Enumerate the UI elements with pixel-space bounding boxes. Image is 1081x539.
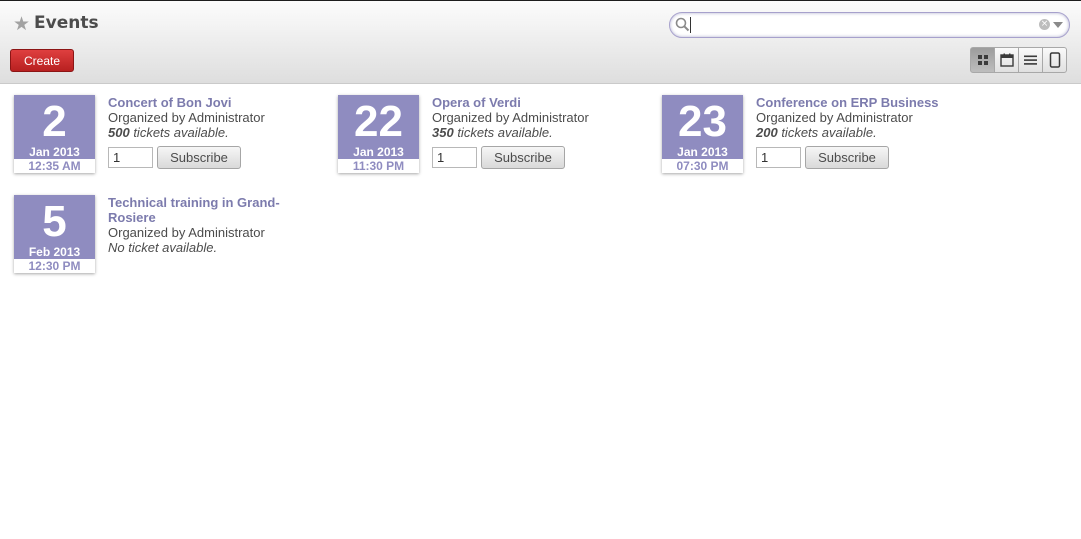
tickets-count: 500: [108, 125, 130, 140]
ticket-quantity-input[interactable]: [432, 147, 477, 168]
event-month: Jan 2013: [677, 145, 728, 159]
search-icon: [675, 17, 690, 32]
event-name-link[interactable]: Opera of Verdi: [432, 95, 632, 110]
event-day: 23: [678, 97, 727, 146]
subscribe-row: Subscribe: [756, 146, 956, 169]
subscribe-row: Subscribe: [432, 146, 632, 169]
tickets-text: tickets available.: [453, 125, 553, 140]
create-button[interactable]: Create: [10, 49, 74, 72]
event-day: 5: [42, 197, 67, 246]
kanban-icon: [977, 55, 988, 65]
event-tickets: 200 tickets available.: [756, 125, 956, 140]
form-icon: [1049, 52, 1060, 68]
ticket-quantity-input[interactable]: [108, 147, 153, 168]
event-date-badge: 2 Jan 2013 12:35 AM: [14, 95, 95, 173]
event-info: Opera of Verdi Organized by Administrato…: [432, 95, 632, 169]
subscribe-button[interactable]: Subscribe: [157, 146, 241, 169]
clear-search-icon[interactable]: ×: [1039, 19, 1050, 30]
tickets-text: tickets available.: [129, 125, 229, 140]
view-switcher: [970, 47, 1070, 73]
search-input[interactable]: [691, 15, 1011, 34]
event-time: 12:30 PM: [14, 259, 95, 273]
event-date-badge: 22 Jan 2013 11:30 PM: [338, 95, 419, 173]
tickets-count: 200: [756, 125, 778, 140]
event-day: 22: [354, 97, 403, 146]
event-date-badge: 5 Feb 2013 12:30 PM: [14, 195, 95, 273]
list-view-button[interactable]: [1018, 47, 1043, 73]
event-organizer: Organized by Administrator: [432, 110, 589, 125]
event-tickets: 500 tickets available.: [108, 125, 308, 140]
tickets-text: tickets available.: [777, 125, 877, 140]
page-title: Events: [34, 13, 99, 33]
subscribe-button[interactable]: Subscribe: [805, 146, 889, 169]
subscribe-button[interactable]: Subscribe: [481, 146, 565, 169]
event-info: Concert of Bon Jovi Organized by Adminis…: [108, 95, 308, 169]
tickets-count: 350: [432, 125, 454, 140]
event-info: Technical training in Grand-Rosiere Orga…: [108, 195, 293, 255]
search-options-chevron-down-icon[interactable]: [1053, 22, 1063, 28]
event-tickets: 350 tickets available.: [432, 125, 632, 140]
event-organizer: Organized by Administrator: [108, 110, 265, 125]
event-time: 12:35 AM: [14, 159, 95, 173]
list-icon: [1024, 55, 1037, 65]
event-name-link[interactable]: Concert of Bon Jovi: [108, 95, 308, 110]
event-info: Conference on ERP Business Organized by …: [756, 95, 956, 169]
star-icon[interactable]: ★: [13, 15, 31, 34]
calendar-view-button[interactable]: [994, 47, 1019, 73]
form-view-button[interactable]: [1042, 47, 1067, 73]
event-month: Jan 2013: [29, 145, 80, 159]
ticket-quantity-input[interactable]: [756, 147, 801, 168]
event-organizer: Organized by Administrator: [108, 225, 265, 240]
event-time: 11:30 PM: [338, 159, 419, 173]
subscribe-row: Subscribe: [108, 146, 308, 169]
event-month: Jan 2013: [353, 145, 404, 159]
event-day: 2: [42, 97, 67, 146]
no-tickets-text: No ticket available.: [108, 240, 218, 255]
event-date-badge: 23 Jan 2013 07:30 PM: [662, 95, 743, 173]
control-panel: ★ Events × Create: [0, 1, 1081, 84]
event-month: Feb 2013: [28, 245, 81, 259]
event-name-link[interactable]: Conference on ERP Business: [756, 95, 956, 110]
event-time: 07:30 PM: [662, 159, 743, 173]
event-organizer: Organized by Administrator: [756, 110, 913, 125]
event-name-link[interactable]: Technical training in Grand-Rosiere: [108, 195, 293, 225]
search-box[interactable]: ×: [669, 12, 1070, 38]
calendar-icon: [999, 53, 1014, 67]
kanban-view-button[interactable]: [970, 47, 995, 73]
